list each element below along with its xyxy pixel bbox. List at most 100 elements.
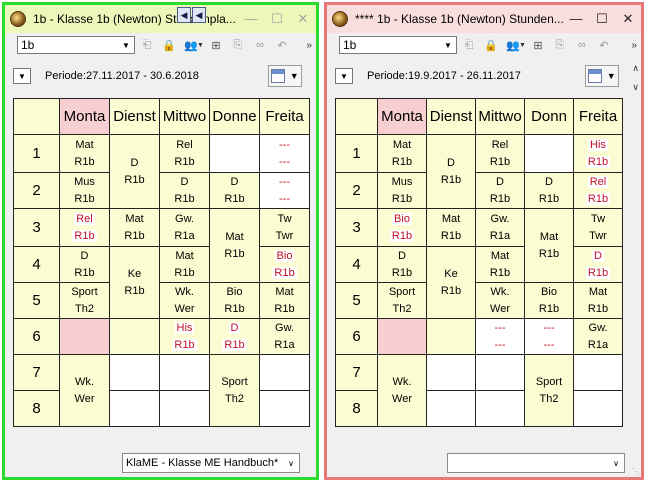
sync-right-icon[interactable]: ◀ [192, 7, 206, 23]
lesson-cell[interactable]: Bio R1b [209, 282, 260, 319]
empty-cell[interactable] [159, 354, 210, 391]
lesson-cell[interactable]: Mat R1b [524, 208, 574, 283]
calendar-button[interactable]: ▼ [585, 65, 619, 87]
day-header[interactable]: Donne [209, 98, 260, 135]
day-header[interactable]: Mittwo [159, 98, 210, 135]
day-header[interactable]: Dienst [109, 98, 160, 135]
link-icon[interactable]: ∞ [250, 36, 270, 54]
empty-cell[interactable] [59, 318, 110, 355]
lesson-cell[interactable]: Wk. Wer [475, 282, 525, 319]
empty-cell[interactable] [475, 390, 525, 427]
lesson-cell[interactable]: D R1b [109, 134, 160, 209]
title-bar[interactable]: 1b - Klasse 1b (Newton) Stundenpla... — … [5, 5, 316, 33]
empty-cell[interactable] [573, 354, 623, 391]
lesson-cell[interactable]: D R1b [475, 172, 525, 209]
chevron-double-right-icon[interactable]: » [306, 40, 312, 51]
lesson-cell[interactable]: Rel R1b [59, 208, 110, 247]
lesson-cell[interactable]: D R1b [59, 246, 110, 283]
link-icon[interactable]: ∞ [572, 36, 592, 54]
close-button[interactable]: ✕ [615, 11, 641, 27]
day-header[interactable]: Monta [59, 98, 110, 135]
app-logo-icon[interactable] [10, 11, 26, 27]
chevron-down-icon[interactable]: ▼ [440, 37, 456, 53]
chevron-up-icon[interactable]: ∧ [632, 63, 639, 74]
lesson-cell[interactable]: Rel R1b [573, 172, 623, 209]
lesson-cell[interactable]: Bio R1b [377, 208, 427, 247]
lesson-cell[interactable]: D R1b [377, 246, 427, 283]
empty-cell[interactable] [573, 390, 623, 427]
lesson-cell[interactable]: D R1b [209, 318, 260, 355]
lesson-cell[interactable]: Tw Twr [573, 208, 623, 247]
lesson-cell[interactable]: Gw. R1a [259, 318, 310, 355]
chevron-down-icon[interactable]: ∨ [608, 455, 624, 471]
lesson-cell[interactable]: --- --- [259, 134, 310, 173]
lesson-cell[interactable]: Mus R1b [59, 172, 110, 209]
maximize-button[interactable]: ☐ [264, 11, 290, 27]
day-header[interactable]: Mittwo [475, 98, 525, 135]
title-bar[interactable]: **** 1b - Klasse 1b (Newton) Stunden... … [327, 5, 641, 33]
lesson-cell[interactable]: Gw. R1a [573, 318, 623, 355]
grid-icon[interactable]: ⊞ [206, 36, 226, 54]
scroll-left-icon[interactable]: ⎗ [459, 36, 479, 54]
day-header[interactable]: Donn [524, 98, 574, 135]
close-button[interactable]: ✕ [290, 11, 316, 27]
lesson-cell[interactable]: Mat R1b [475, 246, 525, 283]
lesson-cell[interactable]: Gw. R1a [159, 208, 210, 247]
empty-cell[interactable] [426, 354, 476, 391]
grid-icon[interactable]: ⊞ [528, 36, 548, 54]
copy-icon[interactable]: ⎘ [228, 36, 248, 54]
lesson-cell[interactable]: Bio R1b [259, 246, 310, 283]
lesson-cell[interactable]: Wk. Wer [159, 282, 210, 319]
class-select[interactable]: 1b ▼ [17, 36, 135, 54]
empty-cell[interactable] [259, 390, 310, 427]
lesson-cell[interactable]: Mat R1b [59, 134, 110, 173]
lesson-cell[interactable]: --- --- [259, 172, 310, 209]
resize-grip-icon[interactable]: ⋱ [632, 467, 640, 476]
format-select[interactable]: KlaME - Klasse ME Handbuch* ∨ [122, 453, 300, 473]
lesson-cell[interactable]: Tw Twr [259, 208, 310, 247]
lesson-cell[interactable]: Mus R1b [377, 172, 427, 209]
empty-cell[interactable] [524, 134, 574, 173]
empty-cell[interactable] [209, 134, 260, 173]
lesson-cell[interactable]: Ke R1b [109, 246, 160, 319]
chevron-down-icon[interactable]: ▼ [118, 37, 134, 53]
period-dropdown-icon[interactable]: ▼ [13, 68, 31, 84]
lesson-cell[interactable]: Mat R1b [573, 282, 623, 319]
lesson-cell[interactable]: --- --- [524, 318, 574, 355]
lesson-cell[interactable]: Sport Th2 [524, 354, 574, 427]
day-header[interactable]: Freita [259, 98, 310, 135]
lesson-cell[interactable]: Mat R1b [109, 208, 160, 247]
lesson-cell[interactable]: Wk. Wer [377, 354, 427, 427]
copy-icon[interactable]: ⎘ [550, 36, 570, 54]
lesson-cell[interactable]: Sport Th2 [377, 282, 427, 319]
chevron-down-icon[interactable]: ∨ [632, 82, 639, 93]
empty-cell[interactable] [109, 354, 160, 391]
empty-cell[interactable] [426, 390, 476, 427]
lesson-cell[interactable]: Rel R1b [159, 134, 210, 173]
lesson-cell[interactable]: D R1b [209, 172, 260, 209]
empty-cell[interactable] [109, 318, 160, 355]
lesson-cell[interactable]: Mat R1b [377, 134, 427, 173]
period-dropdown-icon[interactable]: ▼ [335, 68, 353, 84]
empty-cell[interactable] [475, 354, 525, 391]
undo-icon[interactable]: ↶ [594, 36, 614, 54]
lesson-cell[interactable]: Sport Th2 [59, 282, 110, 319]
lesson-cell[interactable]: D R1b [573, 246, 623, 283]
lesson-cell[interactable]: --- --- [475, 318, 525, 355]
lesson-cell[interactable]: D R1b [159, 172, 210, 209]
lesson-cell[interactable]: Wk. Wer [59, 354, 110, 427]
lesson-cell[interactable]: Sport Th2 [209, 354, 260, 427]
lock-icon[interactable]: 🔒 [481, 36, 501, 54]
empty-cell[interactable] [426, 318, 476, 355]
lesson-cell[interactable]: Mat R1b [209, 208, 260, 283]
lock-icon[interactable]: 🔒 [159, 36, 179, 54]
day-header[interactable]: Dienst [426, 98, 476, 135]
day-header[interactable]: Monta [377, 98, 427, 135]
maximize-button[interactable]: ☐ [589, 11, 615, 27]
scroll-left-icon[interactable]: ⎗ [137, 36, 157, 54]
lesson-cell[interactable]: D R1b [426, 134, 476, 209]
lesson-cell[interactable]: Mat R1b [259, 282, 310, 319]
lesson-cell[interactable]: His R1b [159, 318, 210, 355]
chevron-double-right-icon[interactable]: » [631, 40, 637, 51]
lesson-cell[interactable]: His R1b [573, 134, 623, 173]
